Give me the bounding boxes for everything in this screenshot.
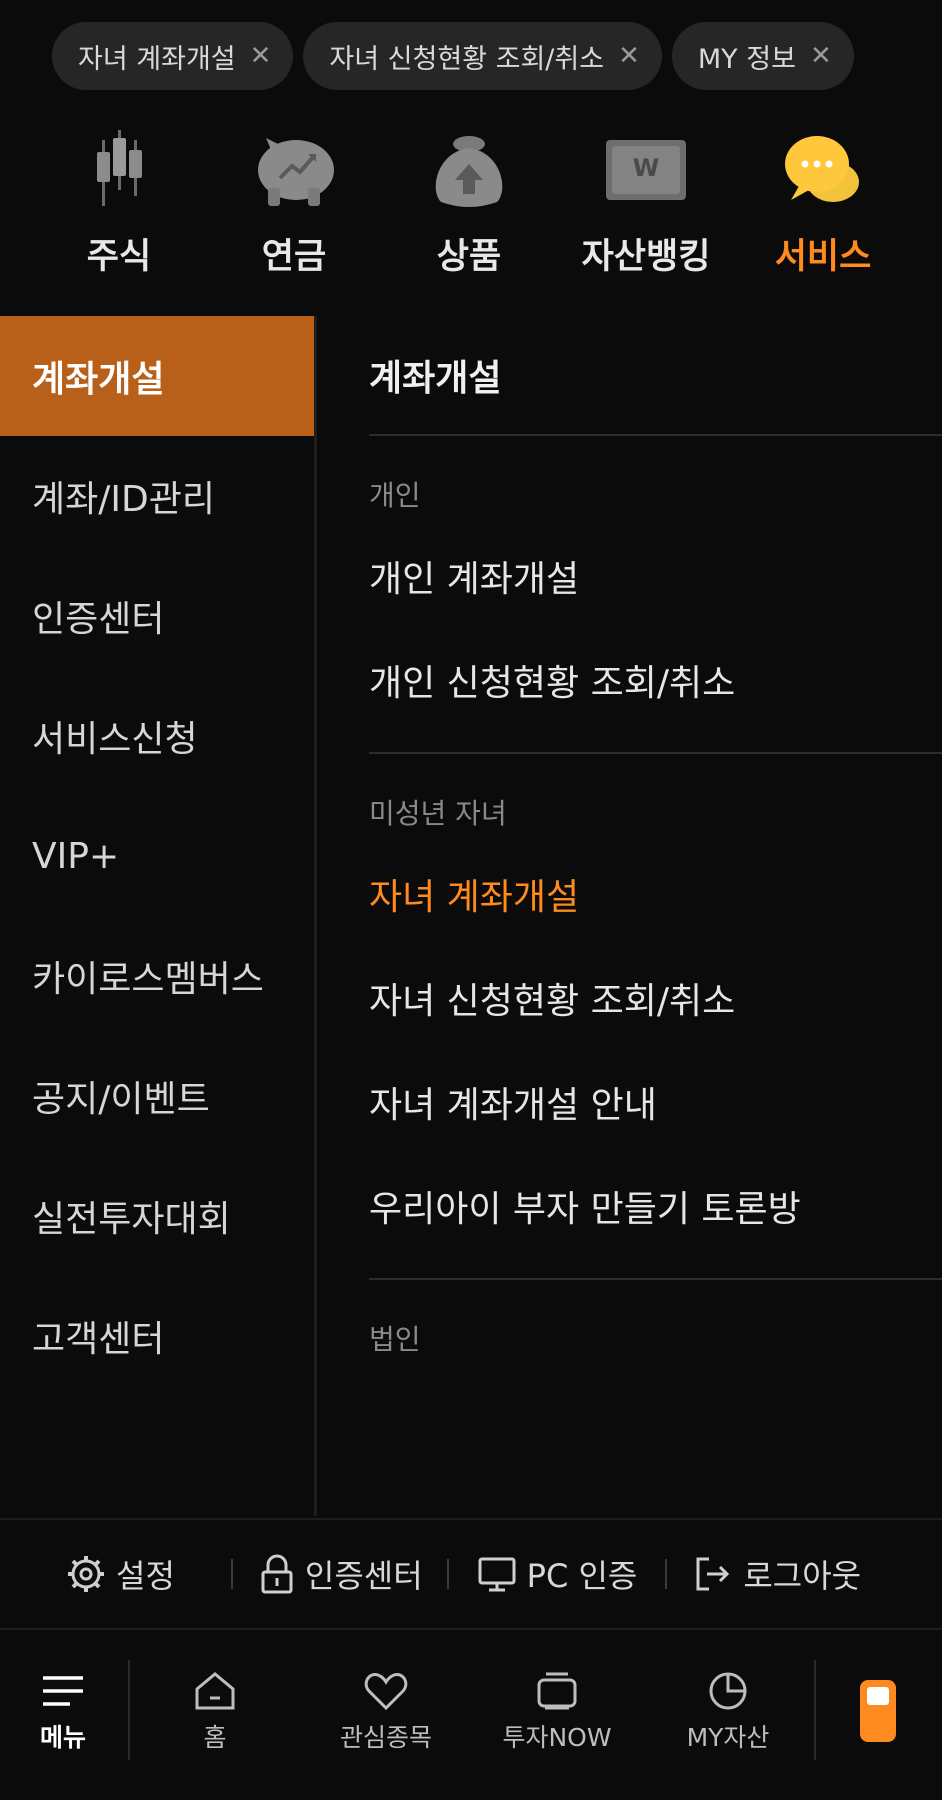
tab-label: 자녀 계좌개설	[78, 43, 236, 75]
link-personal-account-open[interactable]: 개인 계좌개설	[369, 524, 942, 628]
won-card-icon: W	[606, 140, 686, 200]
gear-icon	[68, 1556, 104, 1592]
candlestick-icon	[97, 130, 142, 206]
category-label: 상품	[436, 237, 502, 277]
separator	[128, 1660, 130, 1760]
nav-home[interactable]: 홈	[140, 1670, 290, 1754]
tab-child-account-open[interactable]: 자녀 계좌개설 ✕	[52, 22, 294, 90]
pie-chart-icon	[709, 1672, 747, 1710]
svg-text:W: W	[633, 154, 659, 182]
logout-button[interactable]: 로그아웃	[693, 1551, 861, 1597]
section-heading-personal: 개인	[369, 479, 421, 512]
piggy-bank-icon	[258, 138, 334, 206]
left-menu-account-open[interactable]: 계좌개설	[0, 316, 314, 436]
left-menu-kairos-members[interactable]: 카이로스멤버스	[0, 916, 314, 1036]
category-label: 주식	[86, 237, 152, 277]
bottom-nav: 메뉴 홈 관심종목 투자NOW MY자산	[0, 1628, 942, 1800]
pc-auth-button[interactable]: PC 인증	[477, 1551, 638, 1597]
nav-watchlist[interactable]: 관심종목	[311, 1670, 461, 1754]
nav-invest-now[interactable]: 투자NOW	[482, 1670, 632, 1754]
category-asset-banking[interactable]: W 자산뱅킹	[561, 122, 731, 292]
left-menu-account-id-manage[interactable]: 계좌/ID관리	[0, 436, 314, 556]
logout-label: 로그아웃	[743, 1557, 862, 1595]
nav-menu[interactable]: 메뉴	[0, 1670, 138, 1754]
left-menu: 계좌개설 계좌/ID관리 인증센터 서비스신청 VIP+ 카이로스멤버스 공지/…	[0, 316, 314, 1516]
nav-label: 관심종목	[339, 1723, 432, 1752]
hamburger-icon	[43, 1676, 83, 1706]
link-kids-wealth-forum[interactable]: 우리아이 부자 만들기 토론방	[369, 1154, 942, 1258]
nav-label: 투자NOW	[502, 1723, 612, 1752]
auth-center-button[interactable]: 인증센터	[259, 1551, 423, 1597]
category-products[interactable]: 상품	[384, 122, 554, 292]
settings-label: 설정	[116, 1557, 175, 1595]
monitor-icon	[478, 1557, 516, 1592]
tab-my-info[interactable]: MY 정보 ✕	[671, 22, 854, 90]
section-heading-minor-child: 미성년 자녀	[369, 797, 507, 830]
left-menu-auth-center[interactable]: 인증센터	[0, 556, 314, 676]
tab-label: MY 정보	[697, 43, 796, 75]
separator	[665, 1559, 668, 1589]
left-menu-trading-contest[interactable]: 실전투자대회	[0, 1156, 314, 1276]
nav-my-assets[interactable]: MY자산	[653, 1670, 803, 1754]
left-menu-customer-center[interactable]: 고객센터	[0, 1276, 314, 1396]
category-label: 서비스	[774, 237, 872, 277]
heart-icon	[364, 1673, 408, 1711]
separator	[230, 1559, 233, 1589]
home-icon	[195, 1672, 235, 1710]
link-child-application-status[interactable]: 자녀 신청현황 조회/취소	[369, 946, 942, 1050]
category-bar: 주식 연금 상품 W 자산뱅킹 서비스	[0, 122, 942, 292]
money-bag-icon	[435, 136, 503, 207]
tv-icon	[537, 1672, 577, 1710]
settings-button[interactable]: 설정	[66, 1551, 175, 1597]
category-services[interactable]: 서비스	[738, 122, 908, 292]
category-label: 연금	[261, 237, 327, 277]
panel-divider	[314, 316, 317, 1516]
utility-bar: 설정 인증센터 PC 인증 로그아웃	[0, 1518, 942, 1628]
left-menu-vip[interactable]: VIP+	[0, 796, 314, 916]
nav-label: 메뉴	[39, 1723, 86, 1752]
close-icon[interactable]: ✕	[618, 41, 640, 71]
nav-label: 홈	[203, 1723, 227, 1752]
tab-child-application-status[interactable]: 자녀 신청현황 조회/취소 ✕	[303, 22, 662, 90]
chat-bubbles-icon	[785, 136, 859, 202]
close-icon[interactable]: ✕	[810, 41, 832, 71]
pc-auth-label: PC 인증	[526, 1557, 638, 1595]
left-menu-service-apply[interactable]: 서비스신청	[0, 676, 314, 796]
open-tabs-bar: 자녀 계좌개설 ✕ 자녀 신청현황 조회/취소 ✕ MY 정보 ✕	[52, 22, 942, 90]
category-pension[interactable]: 연금	[209, 122, 379, 292]
category-label: 자산뱅킹	[581, 237, 711, 277]
lock-icon	[261, 1554, 293, 1594]
left-menu-notice-event[interactable]: 공지/이벤트	[0, 1036, 314, 1156]
auth-center-label: 인증센터	[304, 1557, 423, 1595]
nav-label: MY자산	[686, 1723, 770, 1752]
link-child-account-guide[interactable]: 자녀 계좌개설 안내	[369, 1050, 942, 1154]
tab-label: 자녀 신청현황 조회/취소	[329, 43, 605, 75]
logout-icon	[696, 1557, 730, 1591]
submenu-title: 계좌개설	[369, 358, 502, 399]
submenu-panel: 계좌개설 개인 개인 계좌개설 개인 신청현황 조회/취소 미성년 자녀 자녀 …	[369, 316, 942, 1368]
link-child-account-open[interactable]: 자녀 계좌개설	[369, 842, 942, 946]
link-personal-application-status[interactable]: 개인 신청현황 조회/취소	[369, 628, 942, 732]
category-stocks[interactable]: 주식	[34, 122, 204, 292]
separator	[446, 1559, 449, 1589]
close-icon[interactable]: ✕	[250, 41, 272, 71]
phone-icon	[860, 1680, 896, 1742]
section-heading-corporate: 법인	[369, 1323, 421, 1356]
nav-mobile-app-button[interactable]	[803, 1678, 942, 1744]
